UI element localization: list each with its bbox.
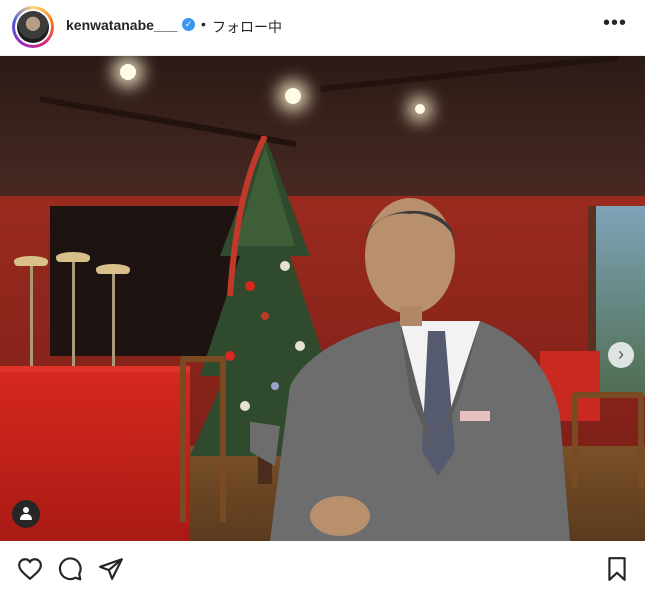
following-status-button[interactable]: フォロー中 — [212, 17, 282, 37]
table-lamp — [96, 264, 130, 274]
share-icon[interactable] — [98, 556, 124, 582]
man-in-suit — [250, 198, 570, 541]
tagged-user-icon[interactable] — [12, 500, 40, 528]
lamp-pole — [30, 264, 33, 374]
lamp-pole — [72, 260, 75, 370]
save-bookmark-icon[interactable] — [604, 556, 630, 582]
next-photo-button[interactable]: › — [608, 342, 634, 368]
lamp-pole — [112, 272, 115, 372]
table-lamp — [56, 252, 90, 262]
more-options-icon[interactable]: ••• — [603, 12, 627, 35]
verified-badge-icon: ✓ — [182, 18, 195, 31]
avatar[interactable] — [12, 6, 54, 48]
ceiling-light — [415, 104, 425, 114]
ceiling-light — [285, 88, 301, 104]
like-heart-icon[interactable] — [17, 556, 43, 582]
post-photo[interactable]: › — [0, 56, 645, 541]
post-actions-bar — [0, 541, 645, 593]
avatar-image — [17, 11, 49, 43]
wooden-chair — [180, 356, 226, 522]
username-link[interactable]: kenwatanabe___ — [66, 17, 177, 33]
post-header: kenwatanabe___ ✓ • フォロー中 ••• — [0, 0, 645, 56]
ceiling-light — [120, 64, 136, 80]
tag-user-body — [20, 514, 32, 520]
table-lamp — [14, 256, 48, 266]
tag-user-head — [23, 507, 29, 513]
comment-icon[interactable] — [57, 556, 83, 582]
avatar-border — [15, 9, 51, 45]
separator-dot: • — [201, 16, 206, 32]
